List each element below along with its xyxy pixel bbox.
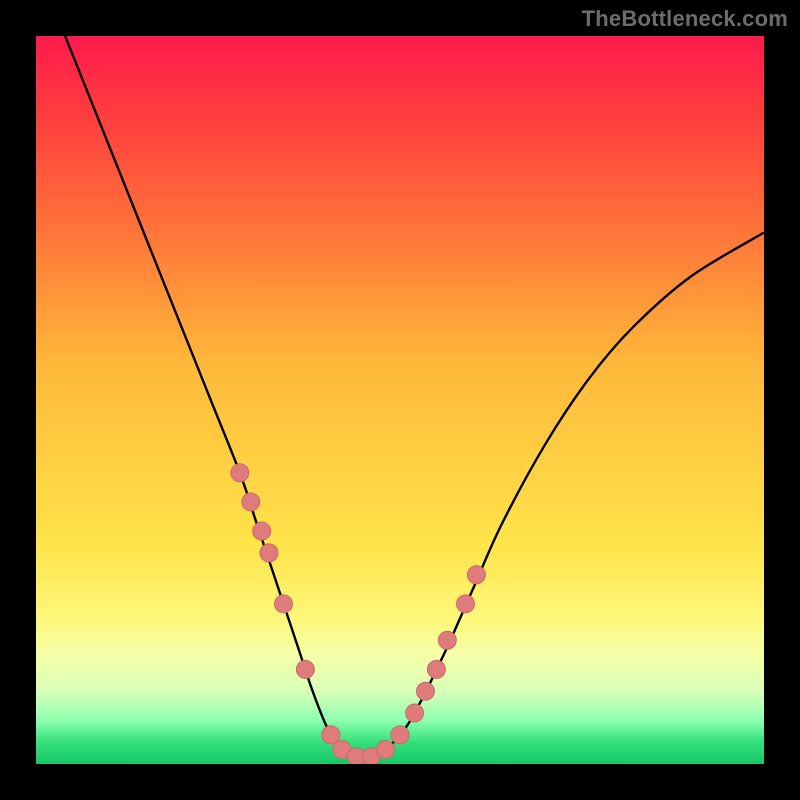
highlight-marker — [467, 566, 485, 584]
highlight-marker — [427, 660, 445, 678]
attribution-text: TheBottleneck.com — [582, 6, 788, 32]
highlight-marker — [376, 740, 394, 758]
highlight-marker — [260, 544, 278, 562]
highlight-marker — [296, 660, 314, 678]
plot-area — [36, 36, 764, 764]
bottleneck-curve — [65, 36, 764, 758]
highlight-marker — [391, 726, 409, 744]
highlight-markers — [231, 464, 486, 764]
highlight-marker — [406, 704, 424, 722]
highlight-marker — [416, 682, 434, 700]
highlight-marker — [253, 522, 271, 540]
highlight-marker — [438, 631, 456, 649]
highlight-marker — [457, 595, 475, 613]
highlight-marker — [275, 595, 293, 613]
curve-svg — [36, 36, 764, 764]
chart-frame: TheBottleneck.com — [0, 0, 800, 800]
curve-layer — [65, 36, 764, 758]
highlight-marker — [242, 493, 260, 511]
highlight-marker — [231, 464, 249, 482]
